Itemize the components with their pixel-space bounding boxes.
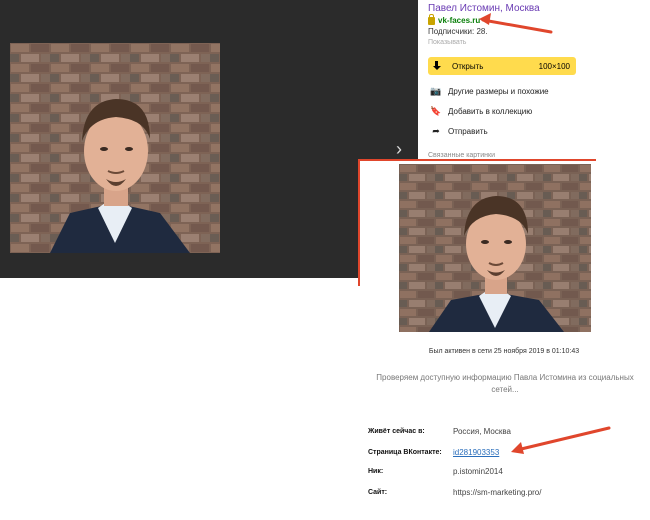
related-images-heading: Связанные картинки xyxy=(428,152,495,159)
image-viewer: › xyxy=(0,0,418,278)
open-button[interactable]: Открыть 100×100 xyxy=(428,57,576,75)
annotation-arrow-vk xyxy=(511,426,611,454)
vk-page-link[interactable]: id281903353 xyxy=(453,448,499,457)
next-image-arrow[interactable]: › xyxy=(388,138,410,160)
source-site[interactable]: vk-faces.ru xyxy=(428,13,481,25)
add-to-collection-link[interactable]: 🔖 Добавить в коллекцию xyxy=(430,106,532,117)
lives-in-label: Живёт сейчас в: xyxy=(368,428,425,435)
image-size: 100×100 xyxy=(538,61,570,71)
share-icon: ➦ xyxy=(432,126,440,136)
nickname-label: Ник: xyxy=(368,468,384,475)
menu-item-label: Добавить в коллекцию xyxy=(448,107,533,116)
checking-info-text: Проверяем доступную информацию Павла Ист… xyxy=(376,373,634,394)
profile-photo xyxy=(399,164,591,332)
site-label: vk-faces.ru xyxy=(438,16,481,25)
menu-item-label: Другие размеры и похожие xyxy=(448,87,549,96)
vk-page-label: Страница ВКонтакте: xyxy=(368,449,442,456)
highlight-border-top xyxy=(358,159,596,161)
subscribers-extra[interactable]: Показывать xyxy=(428,39,466,46)
lives-in-value: Россия, Москва xyxy=(453,427,511,436)
camera-icon: 📷 xyxy=(430,86,442,96)
open-button-label: Открыть xyxy=(452,61,484,71)
other-sizes-link[interactable]: 📷 Другие размеры и похожие xyxy=(430,86,549,97)
last-active-status: Был активен в сети 25 ноября 2019 в 01:1… xyxy=(428,348,580,355)
share-link[interactable]: ➦ Отправить xyxy=(430,126,488,137)
highlight-border-left xyxy=(358,159,360,286)
menu-item-label: Отправить xyxy=(448,127,488,136)
bookmark-icon: 🔖 xyxy=(430,106,442,116)
website-label: Сайт: xyxy=(368,489,388,496)
main-photo[interactable] xyxy=(10,43,220,253)
annotation-arrow-site xyxy=(479,13,553,34)
nickname-value: p.istomin2014 xyxy=(453,467,503,476)
website-value[interactable]: https://sm-marketing.pro/ xyxy=(453,488,541,497)
download-icon xyxy=(432,61,442,71)
lock-icon xyxy=(428,13,435,25)
